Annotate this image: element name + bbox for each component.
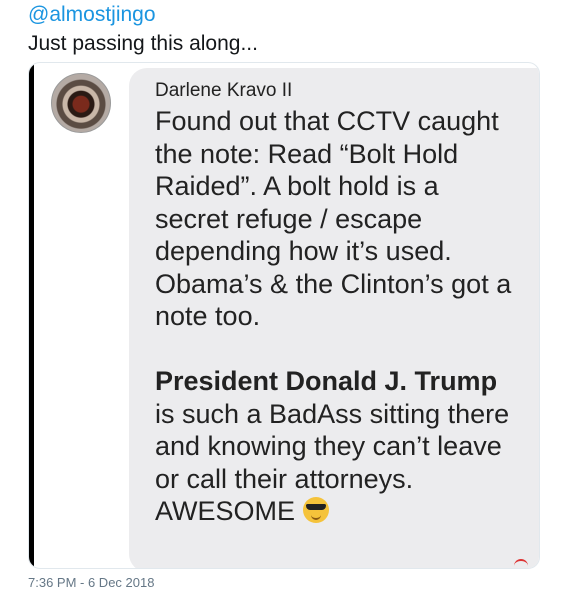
message-line: secret refuge / escape bbox=[155, 203, 423, 234]
message-line: Obama’s & the Clinton’s got a bbox=[155, 268, 512, 299]
message-line: depending how it’s used. bbox=[155, 236, 452, 266]
reaction-mark-icon bbox=[514, 559, 528, 567]
tweet-author-handle[interactable]: @almostjingo bbox=[28, 4, 156, 26]
message-last-word: AWESOME bbox=[155, 496, 296, 526]
post-message: Found out that CCTV caught the note: Rea… bbox=[155, 105, 539, 528]
message-line: the note: Read “Bolt Hold bbox=[155, 138, 459, 169]
image-left-bar bbox=[29, 63, 34, 568]
message-line: Found out that CCTV caught bbox=[155, 106, 499, 136]
avatar bbox=[51, 73, 111, 133]
message-line: is such a BadAss sitting there bbox=[155, 398, 510, 429]
message-line: and knowing they can’t leave bbox=[155, 431, 502, 461]
tweet-timestamp[interactable]: 7:36 PM - 6 Dec 2018 bbox=[28, 575, 154, 591]
message-line: or call their attorneys. bbox=[155, 463, 414, 494]
message-bold-name: President Donald J. Trump bbox=[155, 366, 498, 396]
message-line: note too. bbox=[155, 301, 261, 331]
sunglasses-emoji-icon bbox=[302, 497, 329, 523]
tweet-text: Just passing this along... bbox=[28, 32, 258, 55]
message-line: Raided”. A bolt hold is a bbox=[155, 171, 439, 201]
tweet-image[interactable]: Darlene Kravo II Found out that CCTV cau… bbox=[28, 62, 540, 569]
post-author-name: Darlene Kravo II bbox=[155, 80, 293, 101]
message-last-line: AWESOME bbox=[155, 495, 539, 528]
